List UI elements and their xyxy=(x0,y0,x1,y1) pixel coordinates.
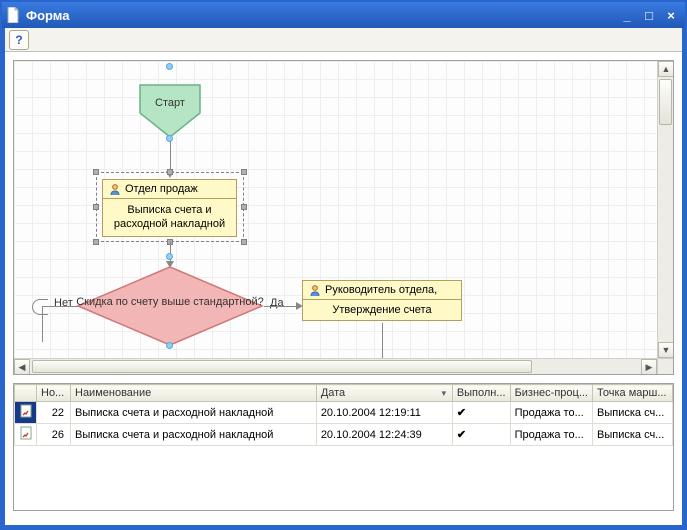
connector-dot[interactable] xyxy=(166,342,173,349)
cell-done: ✔ xyxy=(452,402,510,424)
edge xyxy=(264,306,298,307)
cell-bp: Продажа то... xyxy=(510,402,592,424)
flowchart-canvas[interactable]: Старт xyxy=(14,61,657,358)
row-icon-cell xyxy=(15,424,37,446)
col-date[interactable]: Дата ▼ xyxy=(316,385,452,402)
connector-dot[interactable] xyxy=(166,253,173,260)
node-decision-label: Скидка по счету выше стандартной? xyxy=(76,295,264,309)
col-done[interactable]: Выполн... xyxy=(452,385,510,402)
maximize-button[interactable]: □ xyxy=(639,6,659,24)
node-process-role: Отдел продаж xyxy=(125,183,198,195)
cell-number: 26 xyxy=(37,424,71,446)
col-route[interactable]: Точка марш... xyxy=(593,385,673,402)
col-number[interactable]: Но... xyxy=(37,385,71,402)
minimize-button[interactable]: _ xyxy=(617,6,637,24)
window-frame: Форма _ □ × ? Старт xyxy=(0,0,687,530)
user-icon xyxy=(309,284,321,296)
cell-name: Выписка счета и расходной накладной xyxy=(71,424,317,446)
node-process-body: Выписка счета и расходной накладной xyxy=(103,199,236,236)
scroll-thumb[interactable] xyxy=(659,79,672,125)
row-icon-cell xyxy=(15,402,37,424)
table-row[interactable]: 26Выписка счета и расходной накладной20.… xyxy=(15,424,673,446)
help-button[interactable]: ? xyxy=(9,30,29,50)
edge xyxy=(170,139,171,173)
cell-bp: Продажа то... xyxy=(510,424,592,446)
data-grid[interactable]: Но... Наименование Дата ▼ Выполн... Бизне… xyxy=(13,383,674,511)
window-buttons: _ □ × xyxy=(617,6,681,24)
connector-dot[interactable] xyxy=(166,135,173,142)
scroll-down-button[interactable]: ▼ xyxy=(658,342,673,358)
table: Но... Наименование Дата ▼ Выполн... Бизне… xyxy=(14,384,673,446)
cell-route: Выписка сч... xyxy=(593,424,673,446)
scroll-corner xyxy=(657,358,673,374)
diagram-panel: Старт xyxy=(13,60,674,375)
window-title: Форма xyxy=(26,8,617,23)
node-process-head: Отдел продаж xyxy=(103,180,236,199)
col-bp[interactable]: Бизнес-проц... xyxy=(510,385,592,402)
check-icon: ✔ xyxy=(457,407,466,419)
document-icon xyxy=(6,7,20,23)
user-icon xyxy=(109,183,121,195)
titlebar[interactable]: Форма _ □ × xyxy=(2,2,685,28)
scroll-thumb[interactable] xyxy=(32,360,532,373)
edge-label-yes: Да xyxy=(270,297,284,309)
toolbar: ? xyxy=(5,28,682,52)
scroll-left-button[interactable]: ◀ xyxy=(14,359,30,375)
scroll-right-button[interactable]: ▶ xyxy=(641,359,657,375)
arrow-head-icon xyxy=(166,171,174,178)
cell-number: 22 xyxy=(37,402,71,424)
close-button[interactable]: × xyxy=(661,6,681,24)
node-decision[interactable]: Скидка по счету выше стандартной? xyxy=(76,265,264,347)
cell-name: Выписка счета и расходной накладной xyxy=(71,402,317,424)
edge-loop xyxy=(32,299,48,315)
canvas-wrap: Старт xyxy=(14,61,673,358)
node-start[interactable]: Старт xyxy=(134,79,206,143)
vertical-scrollbar[interactable]: ▲ ▼ xyxy=(657,61,673,358)
col-date-label: Дата xyxy=(321,387,345,399)
edge xyxy=(382,323,383,358)
node-process-body: Утверждение счета xyxy=(303,300,461,320)
scroll-up-button[interactable]: ▲ xyxy=(658,61,673,77)
node-process-head: Руководитель отдела, xyxy=(303,281,461,300)
horizontal-scrollbar[interactable]: ◀ ▶ xyxy=(14,358,657,374)
check-icon: ✔ xyxy=(457,429,466,441)
client-area: ? Старт xyxy=(5,28,682,525)
task-icon xyxy=(20,426,32,440)
connector-dot[interactable] xyxy=(166,63,173,70)
col-name[interactable]: Наименование xyxy=(71,385,317,402)
table-row[interactable]: 22Выписка счета и расходной накладной20.… xyxy=(15,402,673,424)
edge-label-no: Нет xyxy=(54,297,73,309)
node-process-sales[interactable]: Отдел продаж Выписка счета и расходной н… xyxy=(102,179,237,237)
node-start-label: Старт xyxy=(134,97,206,109)
cell-date: 20.10.2004 12:19:11 xyxy=(316,402,452,424)
sort-desc-icon: ▼ xyxy=(440,389,448,398)
node-process-role: Руководитель отдела, xyxy=(325,284,437,296)
cell-date: 20.10.2004 12:24:39 xyxy=(316,424,452,446)
node-process-approval[interactable]: Руководитель отдела, Утверждение счета xyxy=(302,280,462,321)
cell-done: ✔ xyxy=(452,424,510,446)
col-indicator[interactable] xyxy=(15,385,37,402)
table-header[interactable]: Но... Наименование Дата ▼ Выполн... Бизне… xyxy=(15,385,673,402)
table-body: 22Выписка счета и расходной накладной20.… xyxy=(15,402,673,446)
cell-route: Выписка сч... xyxy=(593,402,673,424)
task-icon xyxy=(20,404,32,418)
